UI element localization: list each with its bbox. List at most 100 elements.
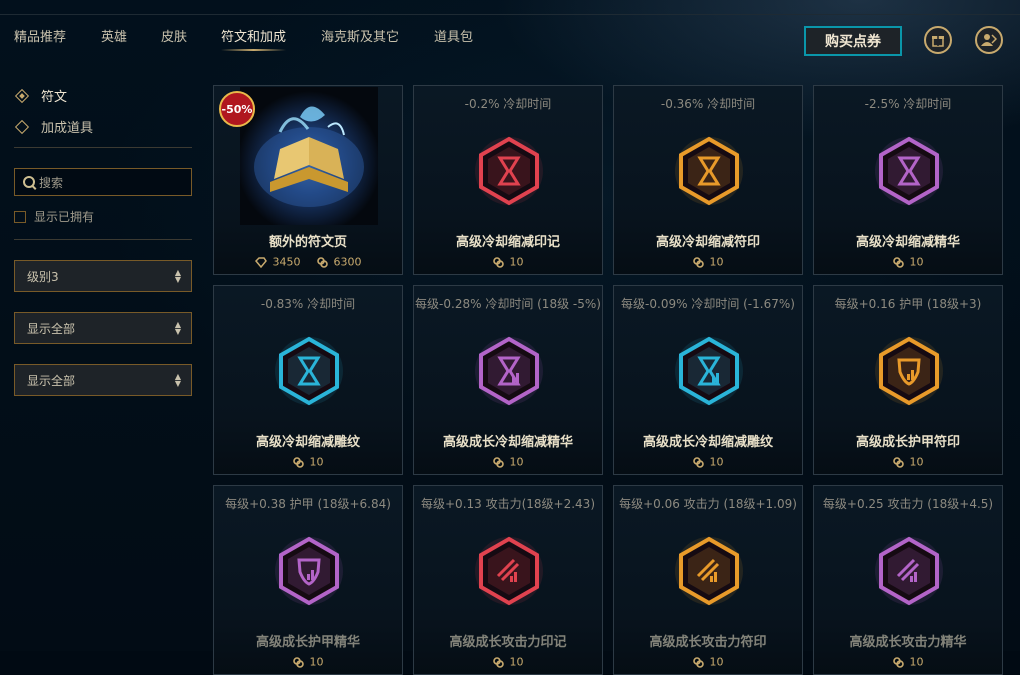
item-price: 10 bbox=[614, 655, 802, 669]
updown-arrow-icon: ▲ ▼ bbox=[174, 372, 181, 388]
rp-price: 10 bbox=[709, 655, 724, 669]
show-owned-label: 显示已拥有 bbox=[34, 210, 95, 224]
rp-icon bbox=[692, 256, 710, 269]
tier-filter-value: 级别3 bbox=[27, 269, 59, 284]
item-name: 高级成长护甲精华 bbox=[255, 635, 360, 650]
rp-price: 6300 bbox=[333, 255, 362, 269]
sidebar-divider bbox=[14, 147, 192, 148]
tab-runes-and-boosts[interactable]: 符文和加成 bbox=[221, 26, 287, 51]
ownership-filter-value: 显示全部 bbox=[27, 321, 76, 336]
diamond-radio-icon bbox=[14, 88, 30, 103]
item-name: 高级成长冷却缩减精华 bbox=[442, 435, 573, 450]
search-input[interactable]: 搜索 bbox=[14, 168, 192, 196]
item-price: 3450 6300 bbox=[214, 255, 402, 269]
item-price: 10 bbox=[814, 455, 1002, 469]
rp-icon bbox=[292, 456, 310, 469]
type-filter-select[interactable]: 显示全部 ▲ ▼ bbox=[14, 364, 192, 396]
hourglass-icon bbox=[275, 336, 343, 406]
rp-price: 10 bbox=[909, 655, 924, 669]
ip-icon bbox=[254, 256, 273, 269]
item-name: 高级成长攻击力精华 bbox=[849, 635, 967, 650]
rp-icon bbox=[892, 456, 910, 469]
tab-champions[interactable]: 英雄 bbox=[101, 26, 127, 45]
rp-price: 10 bbox=[909, 455, 924, 469]
ip-price: 3450 bbox=[272, 255, 301, 269]
gift-button[interactable] bbox=[924, 26, 952, 54]
item-name: 高级成长冷却缩减雕纹 bbox=[642, 435, 773, 450]
store-item-card[interactable]: 每级+0.06 攻击力 (18级+1.09) 高级成长攻击力符印 10 bbox=[613, 485, 803, 675]
rp-icon bbox=[692, 456, 710, 469]
attack-scaling-icon bbox=[875, 536, 943, 606]
hourglass-icon bbox=[875, 136, 943, 206]
item-name: 高级冷却缩减雕纹 bbox=[255, 435, 360, 450]
item-price: 10 bbox=[214, 655, 402, 669]
tab-bundles[interactable]: 道具包 bbox=[434, 26, 473, 45]
hourglass-icon bbox=[475, 136, 543, 206]
checkbox-box bbox=[14, 210, 26, 223]
item-price: 10 bbox=[214, 455, 402, 469]
store-item-card[interactable]: -2.5% 冷却时间 高级冷却缩减精华 10 bbox=[813, 85, 1003, 275]
tab-hextech-and-other[interactable]: 海克斯及其它 bbox=[321, 26, 399, 45]
item-price: 10 bbox=[814, 255, 1002, 269]
tab-featured[interactable]: 精品推荐 bbox=[14, 26, 66, 45]
rp-icon bbox=[892, 656, 910, 669]
item-stat-text: 每级+0.25 攻击力 (18级+4.5) bbox=[822, 497, 994, 511]
store-item-card[interactable]: -0.83% 冷却时间 高级冷却缩减雕纹 10 bbox=[213, 285, 403, 475]
account-button[interactable] bbox=[975, 26, 1003, 54]
updown-arrow-icon: ▲ ▼ bbox=[174, 320, 181, 336]
item-name: 高级成长攻击力符印 bbox=[649, 635, 767, 650]
item-stat-text: 每级+0.13 攻击力(18级+2.43) bbox=[421, 497, 595, 511]
item-price: 10 bbox=[414, 655, 602, 669]
rp-price: 10 bbox=[909, 255, 924, 269]
rp-price: 10 bbox=[509, 655, 524, 669]
item-name: 高级冷却缩减精华 bbox=[855, 235, 960, 250]
category-runes-label: 符文 bbox=[41, 90, 68, 105]
category-runes[interactable]: 符文 bbox=[14, 86, 67, 105]
store-item-card[interactable]: 每级-0.28% 冷却时间 (18级 -5%) 高级成长冷却缩减精华 10 bbox=[413, 285, 603, 475]
gift-icon bbox=[932, 36, 944, 47]
item-stat-text: 每级-0.28% 冷却时间 (18级 -5%) bbox=[415, 297, 601, 311]
item-price: 10 bbox=[614, 255, 802, 269]
store-item-card[interactable]: 每级+0.25 攻击力 (18级+4.5) 高级成长攻击力精华 10 bbox=[813, 485, 1003, 675]
sidebar-divider bbox=[14, 239, 192, 240]
item-stat-text: -0.36% 冷却时间 bbox=[660, 97, 756, 111]
item-price: 10 bbox=[814, 655, 1002, 669]
rp-price: 10 bbox=[509, 255, 524, 269]
hourglass-icon bbox=[675, 136, 743, 206]
store-item-card[interactable]: -50% 额外的符文页 3450 6300 bbox=[213, 85, 403, 275]
store-item-card[interactable]: 每级+0.16 护甲 (18级+3) 高级成长护甲符印 10 bbox=[813, 285, 1003, 475]
store-item-card[interactable]: -0.36% 冷却时间 高级冷却缩减符印 10 bbox=[613, 85, 803, 275]
buy-rp-button[interactable]: 购买点券 bbox=[804, 26, 902, 56]
tab-skins[interactable]: 皮肤 bbox=[161, 26, 187, 45]
search-placeholder: 搜索 bbox=[39, 175, 64, 190]
ownership-filter-select[interactable]: 显示全部 ▲ ▼ bbox=[14, 312, 192, 344]
rp-icon bbox=[292, 656, 310, 669]
diamond-radio-icon bbox=[14, 119, 30, 134]
rp-price: 10 bbox=[309, 655, 324, 669]
show-owned-checkbox[interactable]: 显示已拥有 bbox=[14, 208, 94, 225]
attack-scaling-icon bbox=[475, 536, 543, 606]
discount-badge: -50% bbox=[219, 91, 255, 127]
store-item-card[interactable]: 每级+0.38 护甲 (18级+6.84) 高级成长护甲精华 10 bbox=[213, 485, 403, 675]
hourglass-scaling-icon bbox=[475, 336, 543, 406]
category-boosts[interactable]: 加成道具 bbox=[14, 117, 93, 136]
category-boosts-label: 加成道具 bbox=[41, 121, 94, 136]
rp-icon bbox=[492, 456, 510, 469]
item-stat-text: -0.83% 冷却时间 bbox=[260, 297, 356, 311]
store-item-card[interactable]: 每级+0.13 攻击力(18级+2.43) 高级成长攻击力印记 10 bbox=[413, 485, 603, 675]
search-icon bbox=[23, 176, 35, 188]
item-name: 高级冷却缩减印记 bbox=[455, 235, 560, 250]
item-name: 高级成长护甲符印 bbox=[855, 435, 960, 450]
rp-icon bbox=[492, 256, 510, 269]
store-item-card[interactable]: 每级-0.09% 冷却时间 (-1.67%) 高级成长冷却缩减雕纹 10 bbox=[613, 285, 803, 475]
item-name: 额外的符文页 bbox=[268, 235, 347, 250]
tier-filter-select[interactable]: 级别3 ▲ ▼ bbox=[14, 260, 192, 292]
store-item-card[interactable]: -0.2% 冷却时间 高级冷却缩减印记 10 bbox=[413, 85, 603, 275]
attack-scaling-icon bbox=[675, 536, 743, 606]
type-filter-value: 显示全部 bbox=[27, 373, 76, 388]
item-price: 10 bbox=[614, 455, 802, 469]
armor-scaling-icon bbox=[875, 336, 943, 406]
rp-price: 10 bbox=[709, 255, 724, 269]
armor-scaling-icon bbox=[275, 536, 343, 606]
updown-arrow-icon: ▲ ▼ bbox=[174, 268, 181, 284]
